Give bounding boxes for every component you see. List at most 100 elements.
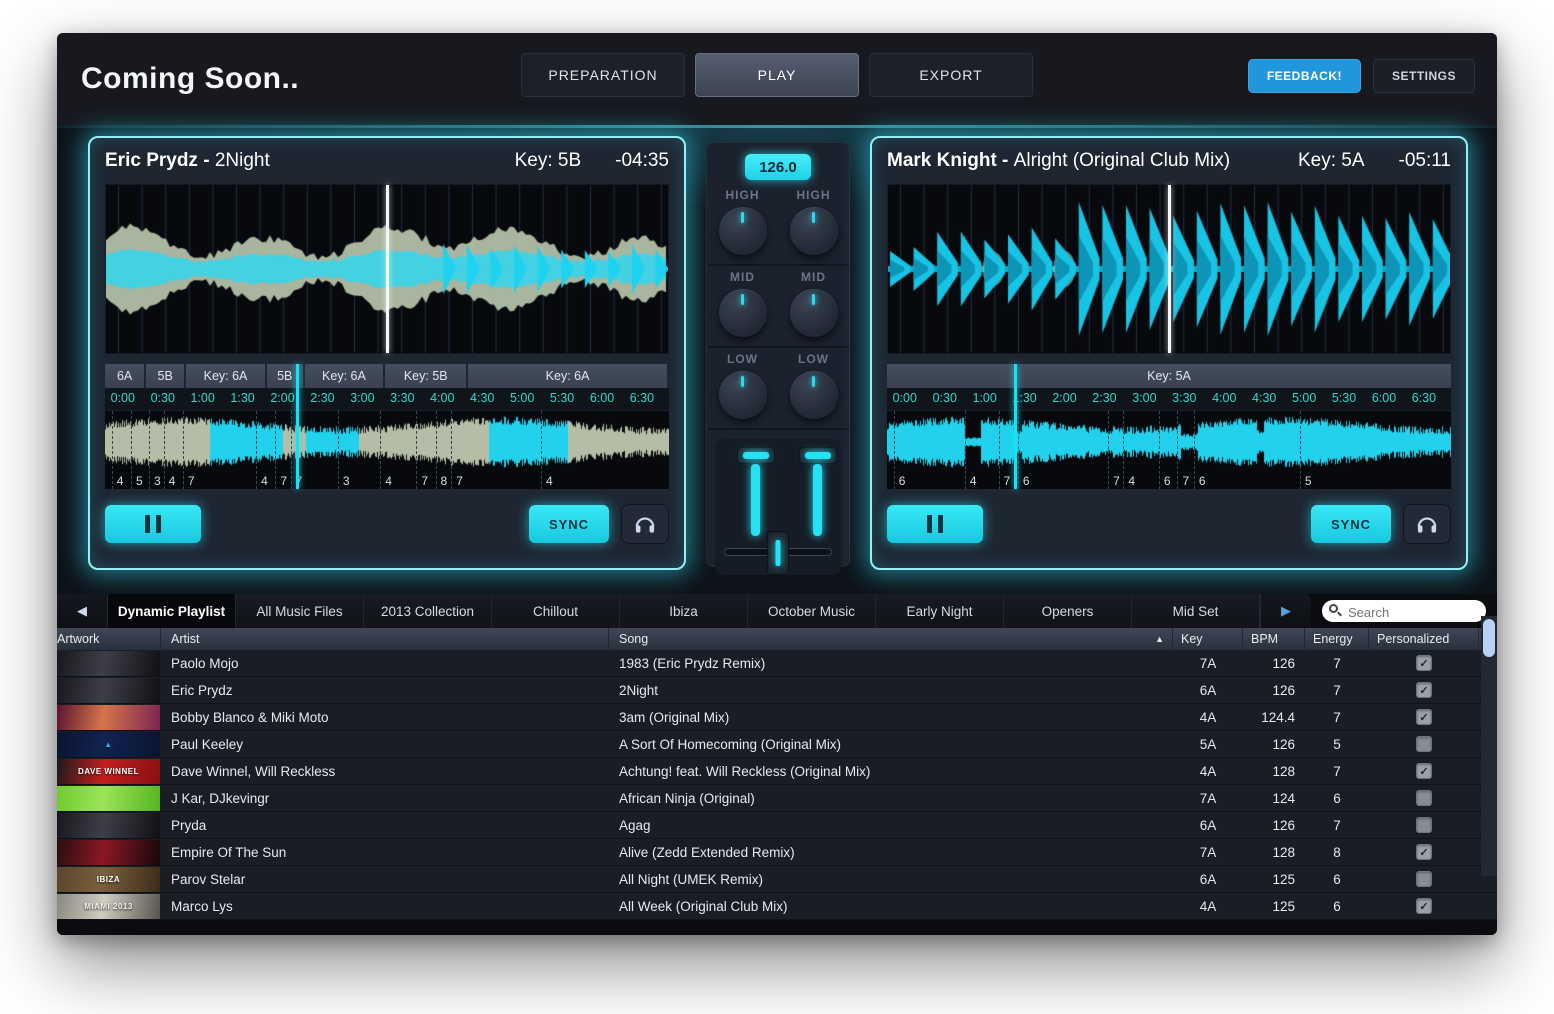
- time-tick: 6:30: [630, 391, 654, 405]
- deck-left-timeline[interactable]: 6A5BKey: 6A5BKey: 6AKey: 5BKey: 6A 0:000…: [105, 364, 669, 489]
- column-header-artwork[interactable]: Artwork: [57, 628, 161, 650]
- deck-right-timeline[interactable]: Key: 5A 0:000:301:001:302:002:303:003:30…: [887, 364, 1451, 489]
- row-energy: 7: [1305, 683, 1369, 698]
- deck-left-playhead: [386, 185, 389, 353]
- deck-right-pause-button[interactable]: [887, 505, 983, 543]
- column-header-energy[interactable]: Energy: [1305, 628, 1369, 650]
- deck-right-main-waveform[interactable]: [887, 184, 1451, 354]
- tabs-scroll-left-button[interactable]: ◀: [57, 594, 108, 628]
- table-row[interactable]: ▲ Paul Keeley A Sort Of Homecoming (Orig…: [57, 731, 1497, 758]
- crossfader[interactable]: [724, 539, 832, 565]
- feedback-button[interactable]: FEEDBACK!: [1248, 59, 1361, 93]
- personalized-checkbox[interactable]: ✓: [1416, 736, 1432, 752]
- playlist-tab-all-music-files[interactable]: All Music Files: [236, 594, 364, 628]
- tab-preparation[interactable]: PREPARATION: [521, 53, 685, 97]
- table-row[interactable]: Pryda Agag 6A 126 7 ✓: [57, 812, 1497, 839]
- playlist-tab-chillout[interactable]: Chillout: [492, 594, 620, 628]
- high-label-left: HIGH: [726, 188, 760, 202]
- mid-knob-right[interactable]: [790, 289, 838, 337]
- tab-export[interactable]: EXPORT: [869, 53, 1033, 97]
- sort-arrow-icon: ▲: [1155, 634, 1164, 644]
- deck-right-overview-playhead[interactable]: [1014, 364, 1017, 489]
- settings-button[interactable]: SETTINGS: [1373, 59, 1475, 93]
- low-knob-right[interactable]: [790, 371, 838, 419]
- search-input[interactable]: [1346, 601, 1480, 623]
- personalized-checkbox[interactable]: ✓: [1416, 844, 1432, 860]
- playlist-tab-2013-collection[interactable]: 2013 Collection: [364, 594, 492, 628]
- row-energy: 6: [1305, 872, 1369, 887]
- table-row[interactable]: Eric Prydz 2Night 6A 126 7 ✓: [57, 677, 1497, 704]
- column-header-bpm[interactable]: BPM: [1243, 628, 1305, 650]
- deck-left-headphones-button[interactable]: [621, 504, 669, 544]
- energy-marker: 7: [416, 411, 417, 489]
- personalized-checkbox[interactable]: ✓: [1416, 682, 1432, 698]
- energy-marker: 7: [183, 411, 184, 489]
- deck-right-controls: SYNC: [887, 495, 1451, 553]
- tab-play[interactable]: PLAY: [695, 53, 859, 97]
- row-artist: Paolo Mojo: [161, 656, 609, 671]
- energy-marker: 7: [451, 411, 452, 489]
- personalized-checkbox[interactable]: ✓: [1416, 655, 1432, 671]
- search-box[interactable]: [1322, 600, 1486, 622]
- table-scrollbar[interactable]: [1481, 616, 1497, 876]
- column-header-song[interactable]: Song▲: [609, 628, 1173, 650]
- row-energy: 7: [1305, 764, 1369, 779]
- table-row[interactable]: DAVE WINNEL Dave Winnel, Will Reckless A…: [57, 758, 1497, 785]
- mixer-low-row: LOWLOW: [707, 348, 849, 430]
- low-knob-left[interactable]: [719, 371, 767, 419]
- app-window: Coming Soon.. PREPARATION PLAY EXPORT FE…: [57, 33, 1497, 935]
- row-song: Achtung! feat. Will Reckless (Original M…: [609, 764, 1173, 779]
- row-bpm: 126: [1243, 737, 1305, 752]
- time-tick: 5:30: [1332, 391, 1356, 405]
- deck-right-track: Alright (Original Club Mix): [1014, 150, 1230, 172]
- volume-fader-left[interactable]: [737, 447, 775, 539]
- volume-fader-right[interactable]: [799, 447, 837, 539]
- time-tick: 3:00: [350, 391, 374, 405]
- table-row[interactable]: Paolo Mojo 1983 (Eric Prydz Remix) 7A 12…: [57, 650, 1497, 677]
- scrollbar-thumb[interactable]: [1483, 619, 1495, 657]
- playlist-tab-october-music[interactable]: October Music: [748, 594, 876, 628]
- deck-left-main-waveform[interactable]: [105, 184, 669, 354]
- personalized-checkbox[interactable]: ✓: [1416, 898, 1432, 914]
- energy-marker: 8: [436, 411, 437, 489]
- personalized-checkbox[interactable]: ✓: [1416, 790, 1432, 806]
- deck-left-sync-button[interactable]: SYNC: [529, 505, 609, 543]
- energy-marker: 4: [380, 411, 381, 489]
- deck-left-pause-button[interactable]: [105, 505, 201, 543]
- deck-left-overview-playhead[interactable]: [296, 364, 299, 489]
- personalized-checkbox[interactable]: ✓: [1416, 763, 1432, 779]
- table-row[interactable]: Bobby Blanco & Miki Moto 3am (Original M…: [57, 704, 1497, 731]
- deck-right-headphones-button[interactable]: [1403, 504, 1451, 544]
- time-tick: 1:00: [973, 391, 997, 405]
- deck-right-overview-waveform[interactable]: 6476746765: [887, 410, 1451, 489]
- track-table: Paolo Mojo 1983 (Eric Prydz Remix) 7A 12…: [57, 650, 1497, 920]
- playlist-tab-mid-set[interactable]: Mid Set: [1132, 594, 1260, 628]
- deck-left-overview-waveform[interactable]: 45347477347874: [105, 410, 669, 489]
- column-header-personalized[interactable]: Personalized: [1369, 628, 1479, 650]
- table-row[interactable]: IBIZA Parov Stelar All Night (UMEK Remix…: [57, 866, 1497, 893]
- column-header-artist[interactable]: Artist: [161, 628, 609, 650]
- mixer-panel: 126.0 HIGHHIGH MIDMID LOWLOW: [706, 142, 850, 567]
- table-row[interactable]: J Kar, DJkevingr African Ninja (Original…: [57, 785, 1497, 812]
- playlist-tab-early-night[interactable]: Early Night: [876, 594, 1004, 628]
- playlist-tab-openers[interactable]: Openers: [1004, 594, 1132, 628]
- mid-knob-left[interactable]: [719, 289, 767, 337]
- deck-right-sync-button[interactable]: SYNC: [1311, 505, 1391, 543]
- table-row[interactable]: Empire Of The Sun Alive (Zedd Extended R…: [57, 839, 1497, 866]
- playlist-tab-ibiza[interactable]: Ibiza: [620, 594, 748, 628]
- tabs-scroll-right-button[interactable]: ▶: [1260, 594, 1311, 628]
- pause-icon: [156, 515, 161, 533]
- high-knob-left[interactable]: [719, 207, 767, 255]
- personalized-checkbox[interactable]: ✓: [1416, 709, 1432, 725]
- row-energy: 7: [1305, 656, 1369, 671]
- deck-right-key: Key: 5A: [1298, 150, 1365, 172]
- personalized-checkbox[interactable]: ✓: [1416, 871, 1432, 887]
- column-header-key[interactable]: Key: [1173, 628, 1243, 650]
- time-tick: 0:30: [933, 391, 957, 405]
- time-tick: 0:00: [893, 391, 917, 405]
- table-row[interactable]: MIAMI 2013 Marco Lys All Week (Original …: [57, 893, 1497, 920]
- deck-right-playhead: [1168, 185, 1171, 353]
- personalized-checkbox[interactable]: ✓: [1416, 817, 1432, 833]
- playlist-tab-dynamic-playlist[interactable]: Dynamic Playlist: [108, 594, 236, 628]
- high-knob-right[interactable]: [790, 207, 838, 255]
